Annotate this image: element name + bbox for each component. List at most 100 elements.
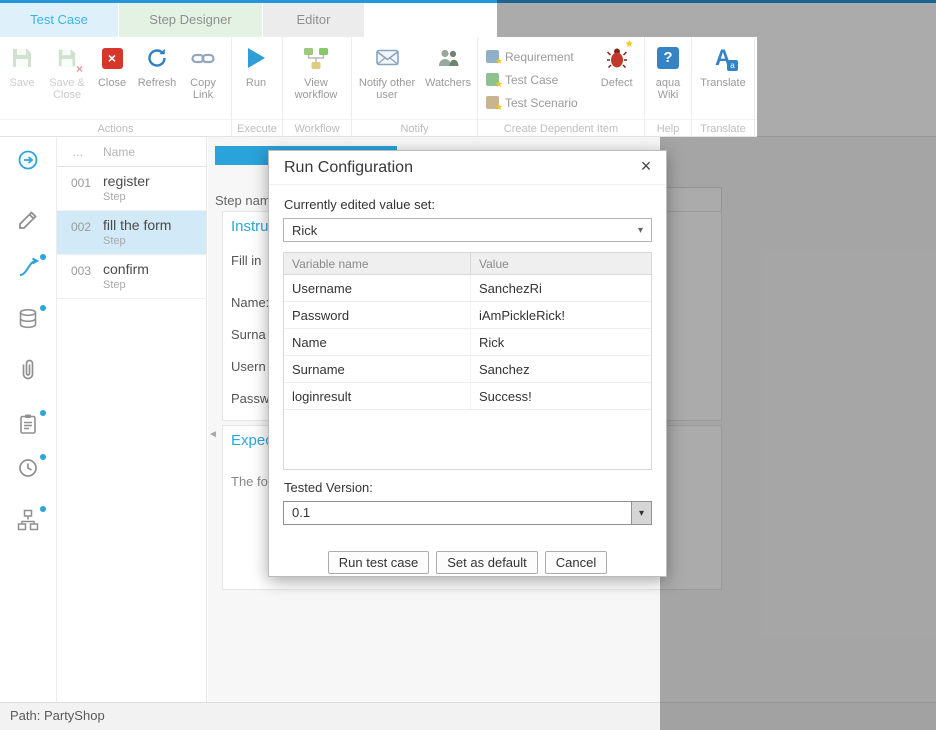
tab-step-designer[interactable]: Step Designer	[119, 3, 262, 37]
ribbon-group-label-help: Help	[645, 123, 691, 135]
create-test-case-button[interactable]: ★ Test Case	[478, 68, 589, 91]
ribbon-group-help: ? aqua Wiki Help	[645, 37, 692, 137]
ribbon-group-execute: Run Execute	[232, 37, 283, 137]
sidebar-item-navigate[interactable]	[16, 148, 42, 174]
notify-other-user-button[interactable]: Notify other user	[352, 43, 422, 101]
defect-bug-icon: ★	[606, 43, 628, 73]
test-scenario-icon: ★	[486, 96, 499, 109]
value-column: Value	[470, 253, 651, 274]
tested-version-combobox[interactable]: 0.1 ▾	[283, 501, 652, 525]
create-test-scenario-button[interactable]: ★ Test Scenario	[478, 91, 589, 114]
close-icon: ×	[102, 43, 123, 73]
variable-row[interactable]: Name Rick	[284, 329, 651, 356]
paperclip-icon	[16, 358, 40, 382]
save-close-label: Save & Close	[44, 77, 90, 101]
refresh-button[interactable]: Refresh	[134, 43, 180, 89]
circle-arrow-icon	[16, 148, 40, 172]
create-defect-label: Defect	[601, 77, 633, 89]
ribbon-group-label-execute: Execute	[232, 123, 282, 135]
translate-label: Translate	[700, 77, 745, 89]
instructions-heading: Instru	[231, 218, 269, 235]
ribbon-group-translate: Aa Translate Translate	[692, 37, 755, 137]
ribbon-group-create-dependent: ★ Requirement ★ Test Case ★ Test Scenari…	[478, 37, 645, 137]
refresh-label: Refresh	[138, 77, 177, 89]
copy-link-button[interactable]: Copy Link	[180, 43, 226, 101]
chevron-down-icon: ▾	[638, 225, 643, 236]
dialog-title: Run Configuration	[284, 159, 413, 177]
variable-name-column: Variable name	[284, 257, 470, 271]
steps-list: ... Name 001 register Step 002 fill the …	[57, 137, 207, 702]
translate-button[interactable]: Aa Translate	[692, 43, 754, 89]
variable-row[interactable]: Username SanchezRi	[284, 275, 651, 302]
create-requirement-button[interactable]: ★ Requirement	[478, 45, 589, 68]
create-requirement-label: Requirement	[505, 50, 574, 64]
ribbon-group-label-translate: Translate	[692, 123, 754, 135]
watchers-button[interactable]: Watchers	[422, 43, 474, 89]
modal-backdrop	[757, 37, 936, 137]
value-set-label: Currently edited value set:	[284, 197, 652, 212]
steps-list-header: ... Name	[57, 137, 206, 167]
sidebar-item-attachments[interactable]	[16, 358, 42, 384]
run-button[interactable]: Run	[232, 43, 280, 89]
tested-version-label: Tested Version:	[284, 480, 652, 495]
sitemap-icon	[16, 508, 40, 532]
run-icon	[248, 43, 265, 73]
close-icon[interactable]: ×	[636, 156, 656, 177]
notify-other-user-label: Notify other user	[352, 77, 422, 101]
variable-row[interactable]: Password iAmPickleRick!	[284, 302, 651, 329]
cancel-button[interactable]: Cancel	[545, 551, 607, 574]
save-close-icon: ×	[56, 43, 78, 73]
aqua-wiki-label: aqua Wiki	[645, 77, 691, 101]
wiki-help-icon: ?	[657, 43, 679, 73]
set-as-default-button[interactable]: Set as default	[436, 551, 538, 574]
save-close-button[interactable]: × Save & Close	[44, 43, 90, 101]
variables-table: Variable name Value Username SanchezRi P…	[283, 252, 652, 470]
copy-link-label: Copy Link	[180, 77, 226, 101]
sidebar-item-dependencies[interactable]	[16, 508, 42, 534]
ribbon-group-label-notify: Notify	[352, 123, 477, 135]
refresh-icon	[145, 43, 169, 73]
sidebar-item-history[interactable]	[16, 456, 42, 482]
modal-backdrop	[497, 0, 936, 37]
ribbon-group-workflow: View workflow Workflow	[283, 37, 352, 137]
tab-editor[interactable]: Editor	[263, 3, 364, 37]
aqua-wiki-button[interactable]: ? aqua Wiki	[645, 43, 691, 101]
tab-test-case[interactable]: Test Case	[0, 3, 118, 37]
sidebar-item-tasks[interactable]	[16, 412, 42, 438]
step-row-register[interactable]: 001 register Step	[57, 167, 206, 211]
path-label: Path: PartyShop	[10, 708, 105, 723]
variable-row[interactable]: loginresult Success!	[284, 383, 651, 410]
step-row-fill-the-form[interactable]: 002 fill the form Step	[57, 211, 206, 255]
collapse-panel-icon[interactable]: ◄	[208, 429, 218, 440]
chevron-down-icon: ▾	[639, 508, 644, 519]
variable-row[interactable]: Surname Sanchez	[284, 356, 651, 383]
create-defect-button[interactable]: ★ Defect	[589, 43, 644, 89]
close-button[interactable]: × Close	[90, 43, 134, 89]
step-row-confirm[interactable]: 003 confirm Step	[57, 255, 206, 299]
requirement-icon: ★	[486, 50, 499, 63]
sidebar-item-steps[interactable]	[16, 256, 42, 282]
notification-dot	[40, 410, 46, 416]
create-test-scenario-label: Test Scenario	[505, 96, 578, 110]
notification-dot	[40, 305, 46, 311]
watchers-label: Watchers	[425, 77, 471, 89]
tested-version-value: 0.1	[284, 502, 631, 524]
sidebar-item-data[interactable]	[16, 307, 42, 333]
view-workflow-button[interactable]: View workflow	[283, 43, 349, 101]
value-set-dropdown[interactable]: Rick ▾	[283, 218, 652, 242]
save-button[interactable]: Save	[0, 43, 44, 89]
ribbon-group-label-create-dependent: Create Dependent Item	[478, 123, 644, 135]
sidebar-item-edit[interactable]	[16, 208, 42, 234]
ribbon-group-actions: Save × Save & Close × Close Refresh	[0, 37, 232, 137]
expected-results-heading: Expec	[231, 432, 273, 449]
run-test-case-button[interactable]: Run test case	[328, 551, 430, 574]
database-icon	[16, 307, 40, 331]
history-clock-icon	[16, 456, 40, 480]
create-test-case-label: Test Case	[505, 73, 558, 87]
pencil-icon	[16, 208, 40, 232]
clipboard-icon	[16, 412, 40, 436]
envelope-icon	[375, 43, 400, 73]
steps-route-icon	[16, 256, 40, 280]
combo-dropdown-button[interactable]: ▾	[631, 502, 651, 524]
test-case-icon: ★	[486, 73, 499, 86]
